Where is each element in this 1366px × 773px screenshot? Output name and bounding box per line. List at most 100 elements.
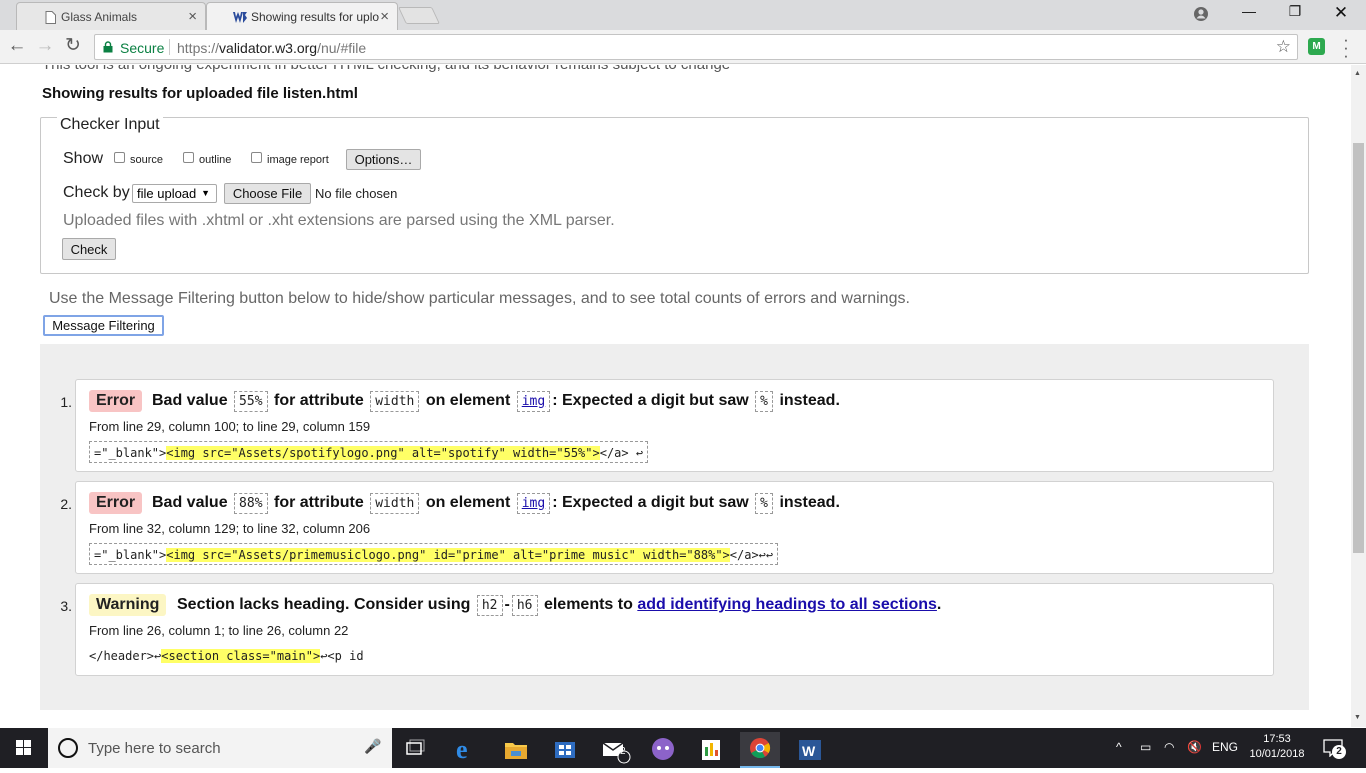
close-window-icon[interactable]: ✕ — [1318, 3, 1364, 25]
mail-badge: 2 — [620, 746, 626, 757]
edge-icon[interactable]: e — [446, 732, 486, 768]
options-button[interactable]: Options… — [346, 149, 421, 170]
code-h6: h6 — [511, 595, 538, 616]
profile-icon[interactable] — [1193, 6, 1209, 22]
headings-link[interactable]: add identifying headings to all sections — [637, 596, 937, 613]
w3c-icon — [233, 12, 247, 23]
kebab-menu-icon[interactable]: · · · — [1340, 31, 1352, 64]
close-tab-icon[interactable]: × — [188, 8, 197, 25]
cortana-icon — [58, 738, 78, 758]
image-report-checkbox-label: image report — [267, 154, 329, 166]
document-icon — [45, 11, 56, 24]
page-content: This tool is an ongoing experiment in be… — [0, 65, 1351, 727]
windows-icon — [16, 740, 31, 755]
taskbar: Type here to search 🎤 e 2 W ^ ▭ ◠ 🔇 ENG … — [0, 728, 1366, 768]
code-attribute: width — [370, 493, 420, 514]
notification-icon[interactable]: 2 — [1318, 736, 1348, 762]
code-extract: ="_blank"><img src="Assets/spotifylogo.p… — [89, 441, 649, 463]
show-label: Show — [63, 150, 104, 167]
taskbar-search[interactable]: Type here to search 🎤 — [48, 728, 392, 768]
location-text: From line 26, column 1; to line 26, colu… — [89, 623, 349, 638]
warning-badge: Warning — [89, 594, 167, 616]
results-list: 1. Error Bad value 55% for attribute wid… — [40, 344, 1309, 710]
app-cat-icon[interactable] — [644, 732, 684, 768]
scroll-up-icon[interactable]: ▲ — [1354, 70, 1361, 77]
list-item: 2. Error Bad value 88% for attribute wid… — [60, 481, 1274, 574]
filter-note: Use the Message Filtering button below t… — [49, 290, 910, 307]
check-button[interactable]: Check — [62, 238, 116, 260]
battery-icon[interactable]: ▭ — [1140, 740, 1151, 754]
url-text[interactable]: https://validator.w3.org/nu/#file — [177, 40, 366, 56]
check-by-select[interactable]: file upload ▼ — [132, 184, 217, 203]
lock-icon — [103, 41, 113, 53]
wifi-icon[interactable]: ◠ — [1164, 740, 1174, 754]
clock-date: 10/01/2018 — [1249, 748, 1305, 760]
message-number: 1. — [60, 394, 72, 410]
language-indicator[interactable]: ENG — [1212, 740, 1238, 754]
element-link[interactable]: img — [516, 391, 551, 412]
message-text: Section lacks heading. Consider using h2… — [177, 595, 941, 616]
secure-label: Secure — [120, 40, 165, 56]
tab-title: Glass Animals — [61, 10, 138, 24]
bookmark-star-icon[interactable]: ☆ — [1276, 37, 1291, 57]
sheets-icon[interactable] — [692, 732, 732, 768]
vertical-scrollbar[interactable]: ▲ ▼ — [1351, 65, 1366, 727]
location-text: From line 29, column 100; to line 29, co… — [89, 419, 371, 434]
location-text: From line 32, column 129; to line 32, co… — [89, 521, 371, 536]
close-tab-icon[interactable]: × — [380, 8, 389, 25]
clock-time: 17:53 — [1263, 733, 1291, 745]
back-arrow-icon[interactable]: ← — [6, 36, 28, 58]
code-value: 88% — [234, 493, 268, 514]
minimize-icon[interactable]: — — [1226, 3, 1272, 25]
xml-parser-hint: Uploaded files with .xhtml or .xht exten… — [63, 212, 615, 229]
outline-checkbox-label: outline — [199, 154, 232, 166]
tab-title: Showing results for uplo — [251, 10, 380, 24]
code-attribute: width — [370, 391, 420, 412]
scroll-down-icon[interactable]: ▼ — [1354, 714, 1361, 721]
message-text: Bad value 88% for attribute width on ele… — [152, 493, 840, 514]
show-hidden-icons[interactable]: ^ — [1116, 740, 1122, 754]
source-checkbox-label: source — [130, 154, 164, 166]
task-view-icon[interactable] — [396, 732, 436, 768]
code-h2: h2 — [476, 595, 503, 616]
restore-icon[interactable]: ❐ — [1272, 3, 1318, 25]
image-report-checkbox[interactable] — [251, 152, 262, 163]
file-explorer-icon[interactable] — [496, 732, 536, 768]
chrome-icon[interactable] — [740, 732, 780, 768]
mail-icon[interactable]: 2 — [595, 732, 635, 768]
clock[interactable]: 17:53 10/01/2018 — [1245, 732, 1309, 762]
error-badge: Error — [89, 492, 143, 514]
word-icon[interactable]: W — [790, 732, 830, 768]
message-text: Bad value 55% for attribute width on ele… — [152, 391, 840, 412]
address-bar[interactable]: Secure https://validator.w3.org/nu/#file… — [94, 34, 1298, 60]
list-item: 1. Error Bad value 55% for attribute wid… — [60, 379, 1274, 472]
microphone-icon[interactable]: 🎤 — [364, 738, 381, 755]
message-number: 2. — [60, 496, 72, 512]
notification-count: 2 — [1332, 745, 1346, 759]
source-checkbox[interactable] — [114, 152, 125, 163]
tab-glass-animals[interactable]: Glass Animals × — [16, 2, 206, 30]
error-badge: Error — [89, 390, 143, 412]
browser-toolbar: ← → ↻ Secure https://validator.w3.org/nu… — [0, 30, 1366, 64]
new-tab-button[interactable] — [398, 7, 440, 24]
message-filtering-button[interactable]: Message Filtering — [43, 315, 164, 336]
search-placeholder: Type here to search — [88, 740, 221, 757]
code-value: 55% — [234, 391, 268, 412]
outline-checkbox[interactable] — [183, 152, 194, 163]
store-icon[interactable] — [545, 732, 585, 768]
element-link[interactable]: img — [516, 493, 551, 514]
svg-text:W: W — [802, 743, 816, 759]
code-char: % — [755, 391, 773, 412]
volume-muted-icon[interactable]: 🔇 — [1187, 740, 1202, 754]
tab-validator[interactable]: Showing results for uplo × — [206, 2, 398, 30]
forward-arrow-icon[interactable]: → — [34, 36, 56, 58]
reload-icon[interactable]: ↻ — [62, 36, 84, 58]
choose-file-button[interactable]: Choose File — [224, 183, 311, 204]
message-number: 3. — [60, 598, 72, 614]
check-by-label: Check by — [63, 184, 130, 201]
scroll-thumb[interactable] — [1353, 143, 1364, 553]
checker-legend: Checker Input — [57, 116, 163, 134]
start-button[interactable] — [0, 728, 48, 768]
extension-icon[interactable]: M — [1308, 38, 1325, 55]
code-extract: </header>↩<section class="main">↩<p id — [89, 649, 364, 663]
